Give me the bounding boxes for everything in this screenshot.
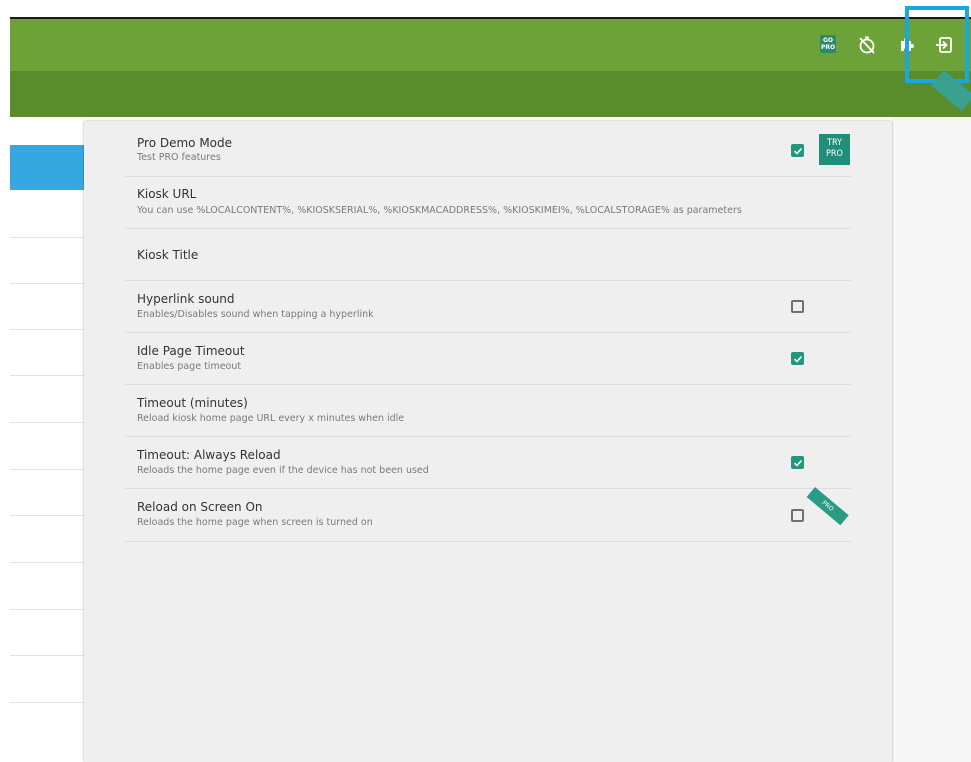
sidebar-divider (10, 237, 84, 238)
try-pro-label-top: TRY (827, 138, 842, 148)
sidebar-divider (10, 375, 84, 376)
try-pro-label-bottom: PRO (826, 149, 843, 159)
setting-reload-on-screen-on[interactable]: Reload on Screen On Reloads the home pag… (125, 487, 851, 542)
setting-timeout-minutes[interactable]: Timeout (minutes) Reload kiosk home page… (125, 385, 851, 437)
setting-timeout-always-reload[interactable]: Timeout: Always Reload Reloads the home … (125, 437, 851, 489)
sidebar-divider (10, 655, 84, 656)
setting-title: Kiosk Title (137, 248, 199, 262)
pro-badge-label: PRO (806, 487, 849, 526)
setting-subtitle: Test PRO features (137, 152, 221, 163)
sidebar-divider (10, 609, 84, 610)
sidebar-divider (10, 562, 84, 563)
setting-subtitle: Reload kiosk home page URL every x minut… (137, 413, 405, 424)
selection-highlight (905, 6, 969, 83)
sidebar-item-active[interactable] (10, 145, 84, 190)
setting-subtitle: You can use %LOCALCONTENT%, %KIOSKSERIAL… (137, 205, 742, 216)
setting-pro-demo-mode[interactable]: Pro Demo Mode Test PRO features TRY PRO (125, 121, 851, 177)
sidebar-divider (10, 469, 84, 470)
setting-title: Pro Demo Mode (137, 136, 233, 150)
sidebar (10, 117, 84, 762)
setting-title: Idle Page Timeout (137, 344, 245, 358)
app-subbar (10, 71, 971, 117)
sidebar-divider (10, 515, 84, 516)
check-icon (793, 355, 802, 363)
setting-title: Timeout: Always Reload (137, 448, 281, 462)
sidebar-divider (10, 283, 84, 284)
setting-hyperlink-sound[interactable]: Hyperlink sound Enables/Disables sound w… (125, 281, 851, 333)
setting-title: Reload on Screen On (137, 500, 263, 514)
always-reload-checkbox[interactable] (791, 456, 804, 469)
idle-page-timeout-checkbox[interactable] (791, 352, 804, 365)
sidebar-divider (10, 329, 84, 330)
reload-screen-on-checkbox[interactable] (791, 509, 804, 522)
go-pro-label-top: GO (822, 37, 834, 44)
setting-title: Hyperlink sound (137, 292, 235, 306)
check-icon (793, 459, 802, 467)
setting-kiosk-url[interactable]: Kiosk URL You can use %LOCALCONTENT%, %K… (125, 177, 851, 229)
setting-kiosk-title[interactable]: Kiosk Title (125, 229, 851, 281)
pro-demo-checkbox[interactable] (791, 144, 804, 157)
setting-title: Timeout (minutes) (137, 396, 248, 410)
hyperlink-sound-checkbox[interactable] (791, 300, 804, 313)
sidebar-divider (10, 702, 84, 703)
right-background (892, 117, 971, 762)
setting-idle-page-timeout[interactable]: Idle Page Timeout Enables page timeout (125, 333, 851, 385)
go-pro-label-bottom: PRO (820, 44, 836, 51)
try-pro-button[interactable]: TRY PRO (819, 134, 850, 165)
go-pro-icon[interactable]: GO PRO (820, 35, 836, 53)
setting-title: Kiosk URL (137, 187, 197, 201)
setting-subtitle: Reloads the home page when screen is tur… (137, 517, 373, 528)
setting-subtitle: Enables/Disables sound when tapping a hy… (137, 309, 374, 320)
setting-subtitle: Enables page timeout (137, 361, 242, 372)
settings-panel: Pro Demo Mode Test PRO features TRY PRO … (84, 121, 892, 762)
sidebar-divider (10, 422, 84, 423)
setting-subtitle: Reloads the home page even if the device… (137, 465, 429, 476)
timer-off-icon[interactable] (857, 35, 877, 55)
check-icon (793, 147, 802, 155)
